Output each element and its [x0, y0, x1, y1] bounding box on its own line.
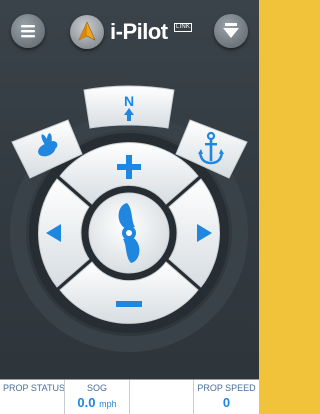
- brand-logo: i-Pilot LINK: [70, 15, 200, 49]
- status-divider: [129, 380, 130, 414]
- north-button[interactable]: N: [83, 85, 175, 129]
- compass-arrow-icon: [78, 21, 96, 41]
- status-bar: PROP STATUS SOG 0.0 mph PROP SPEED 0: [0, 379, 259, 414]
- sog-field: SOG 0.0 mph: [65, 380, 129, 414]
- prop-speed-field: PROP SPEED 0: [194, 380, 259, 414]
- down-arrow-icon: [223, 23, 239, 38]
- north-label: N: [124, 93, 134, 109]
- download-button[interactable]: [214, 14, 248, 48]
- sog-value: 0.0: [77, 395, 96, 410]
- sog-reading: 0.0 mph: [65, 395, 129, 410]
- sog-label: SOG: [86, 383, 107, 393]
- control-pad: N: [10, 85, 248, 352]
- prop-speed-label: PROP SPEED: [197, 383, 256, 393]
- minus-icon: [116, 301, 142, 307]
- logo-badge: [70, 15, 104, 49]
- prop-status-label: PROP STATUS: [3, 383, 66, 393]
- hamburger-menu-icon: [21, 25, 35, 38]
- prop-status-field: PROP STATUS: [0, 380, 66, 414]
- sog-unit: mph: [99, 399, 117, 409]
- menu-button[interactable]: [11, 14, 45, 48]
- app-screen: i-Pilot LINK N PROP STATUS SOG 0.0 mph P…: [0, 0, 259, 414]
- brand-name: i-Pilot: [110, 19, 168, 44]
- prop-speed-value: 0: [222, 395, 231, 410]
- prop-toggle-button[interactable]: [86, 190, 172, 276]
- brand-badge: LINK: [174, 23, 193, 32]
